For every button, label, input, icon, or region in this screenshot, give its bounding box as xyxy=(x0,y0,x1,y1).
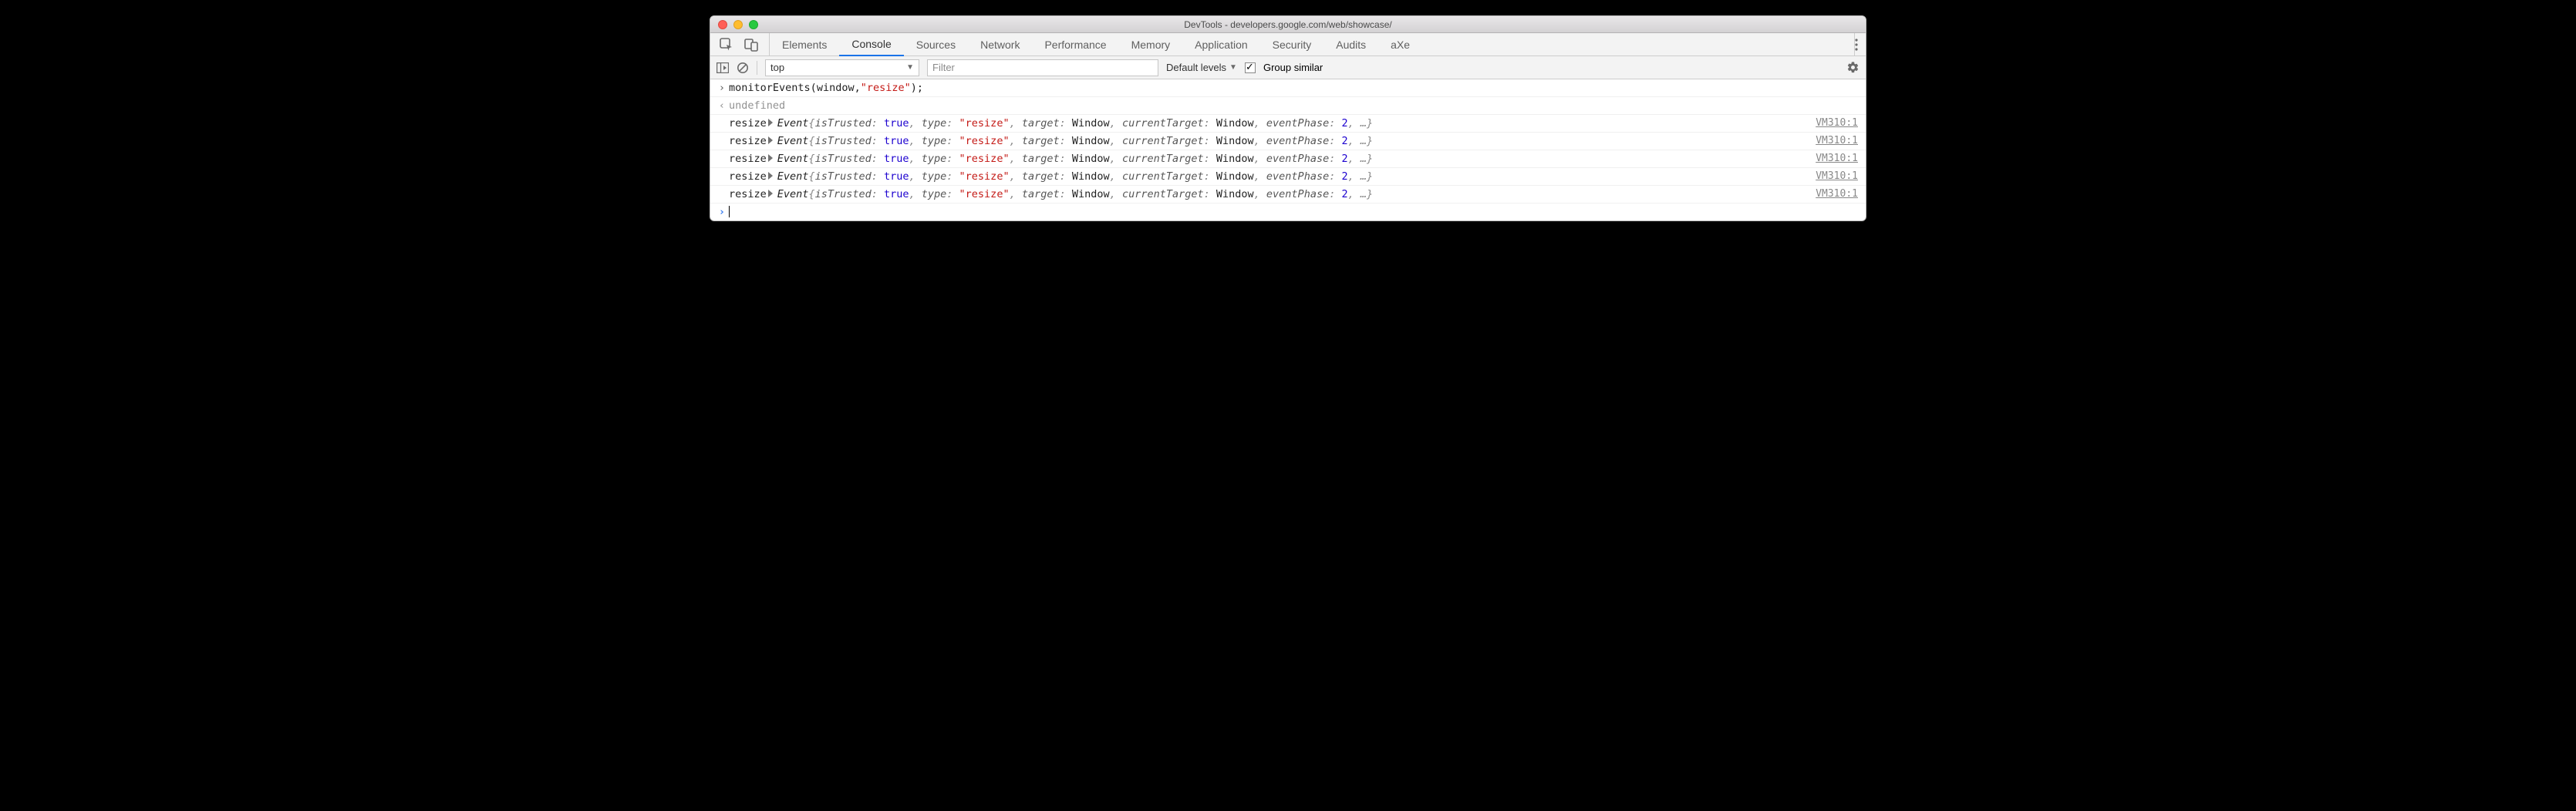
console-input-echo-row: › monitorEvents(window, "resize"); xyxy=(710,79,1866,97)
context-label: top xyxy=(770,62,784,73)
more-options-icon[interactable] xyxy=(1855,39,1858,51)
input-chevron-icon: › xyxy=(719,82,725,94)
clear-console-icon[interactable] xyxy=(737,62,749,74)
tab-application[interactable]: Application xyxy=(1182,33,1260,56)
log-level-selector[interactable]: Default levels ▼ xyxy=(1166,62,1237,73)
disclosure-triangle-icon[interactable] xyxy=(768,154,773,162)
log-level-label: Default levels xyxy=(1166,62,1226,73)
event-label: resize xyxy=(729,153,767,165)
object-preview[interactable]: {isTrusted: true, type: "resize", target… xyxy=(808,153,1373,165)
group-similar-checkbox[interactable] xyxy=(1245,62,1256,73)
object-type: Event xyxy=(777,135,809,147)
inspect-element-icon[interactable] xyxy=(720,38,733,52)
console-toolbar: top ▼ Default levels ▼ Group similar xyxy=(710,56,1866,79)
event-label: resize xyxy=(729,188,767,200)
object-preview[interactable]: {isTrusted: true, type: "resize", target… xyxy=(808,170,1373,183)
object-preview[interactable]: {isTrusted: true, type: "resize", target… xyxy=(808,135,1373,147)
event-label: resize xyxy=(729,170,767,183)
chevron-down-icon: ▼ xyxy=(906,63,914,72)
disclosure-triangle-icon[interactable] xyxy=(768,119,773,126)
show-console-sidebar-icon[interactable] xyxy=(716,62,729,73)
event-label: resize xyxy=(729,135,767,147)
tab-console[interactable]: Console xyxy=(839,33,903,56)
console-settings-icon[interactable] xyxy=(1846,61,1860,74)
console-result-text: undefined xyxy=(729,99,1858,112)
tab-sources[interactable]: Sources xyxy=(904,33,968,56)
maximize-window-button[interactable] xyxy=(749,20,758,29)
toggle-device-toolbar-icon[interactable] xyxy=(744,38,758,52)
disclosure-triangle-icon[interactable] xyxy=(768,190,773,197)
devtools-window: DevTools - developers.google.com/web/sho… xyxy=(710,15,1866,221)
console-log-content: resize Event {isTrusted: true, type: "re… xyxy=(729,135,1816,147)
object-type: Event xyxy=(777,170,809,183)
log-source-link[interactable]: VM310:1 xyxy=(1816,135,1858,146)
event-label: resize xyxy=(729,117,767,130)
window-title: DevTools - developers.google.com/web/sho… xyxy=(710,19,1866,30)
group-similar-label: Group similar xyxy=(1263,62,1323,73)
tab-axe[interactable]: aXe xyxy=(1378,33,1422,56)
object-preview[interactable]: {isTrusted: true, type: "resize", target… xyxy=(808,188,1373,200)
console-prompt-row[interactable]: › xyxy=(710,204,1866,220)
close-window-button[interactable] xyxy=(718,20,727,29)
disclosure-triangle-icon[interactable] xyxy=(768,136,773,144)
disclosure-triangle-icon[interactable] xyxy=(768,172,773,180)
tab-performance[interactable]: Performance xyxy=(1032,33,1118,56)
execution-context-selector[interactable]: top ▼ xyxy=(765,59,919,76)
log-source-link[interactable]: VM310:1 xyxy=(1816,117,1858,129)
filter-input[interactable] xyxy=(927,59,1158,76)
tab-security[interactable]: Security xyxy=(1260,33,1324,56)
console-log-row: resize Event {isTrusted: true, type: "re… xyxy=(710,186,1866,204)
result-chevron-icon: ‹ xyxy=(719,99,725,112)
tab-audits[interactable]: Audits xyxy=(1323,33,1378,56)
minimize-window-button[interactable] xyxy=(733,20,743,29)
log-source-link[interactable]: VM310:1 xyxy=(1816,188,1858,200)
chevron-down-icon: ▼ xyxy=(1229,63,1237,72)
object-preview[interactable]: {isTrusted: true, type: "resize", target… xyxy=(808,117,1373,130)
console-log-content: resize Event {isTrusted: true, type: "re… xyxy=(729,188,1816,200)
object-type: Event xyxy=(777,188,809,200)
console-result-row: ‹ undefined xyxy=(710,97,1866,115)
log-source-link[interactable]: VM310:1 xyxy=(1816,170,1858,182)
devtools-tabstrip: Elements Console Sources Network Perform… xyxy=(710,33,1866,56)
log-source-link[interactable]: VM310:1 xyxy=(1816,153,1858,164)
console-log-content: resize Event {isTrusted: true, type: "re… xyxy=(729,153,1816,165)
console-log-content: resize Event {isTrusted: true, type: "re… xyxy=(729,170,1816,183)
console-log-row: resize Event {isTrusted: true, type: "re… xyxy=(710,150,1866,168)
tab-elements[interactable]: Elements xyxy=(770,33,839,56)
object-type: Event xyxy=(777,153,809,165)
tab-memory[interactable]: Memory xyxy=(1119,33,1183,56)
console-log-content: resize Event {isTrusted: true, type: "re… xyxy=(729,117,1816,130)
console-log-row: resize Event {isTrusted: true, type: "re… xyxy=(710,168,1866,186)
console-log-row: resize Event {isTrusted: true, type: "re… xyxy=(710,133,1866,150)
panel-tabs: Elements Console Sources Network Perform… xyxy=(770,33,1422,56)
text-cursor xyxy=(729,206,730,217)
console-output: › monitorEvents(window, "resize"); ‹ und… xyxy=(710,79,1866,220)
titlebar: DevTools - developers.google.com/web/sho… xyxy=(710,16,1866,33)
window-controls xyxy=(710,20,758,29)
console-log-row: resize Event {isTrusted: true, type: "re… xyxy=(710,115,1866,133)
console-input-text: monitorEvents(window, "resize"); xyxy=(729,82,1858,94)
prompt-chevron-icon: › xyxy=(719,206,725,218)
object-type: Event xyxy=(777,117,809,130)
tab-network[interactable]: Network xyxy=(968,33,1032,56)
